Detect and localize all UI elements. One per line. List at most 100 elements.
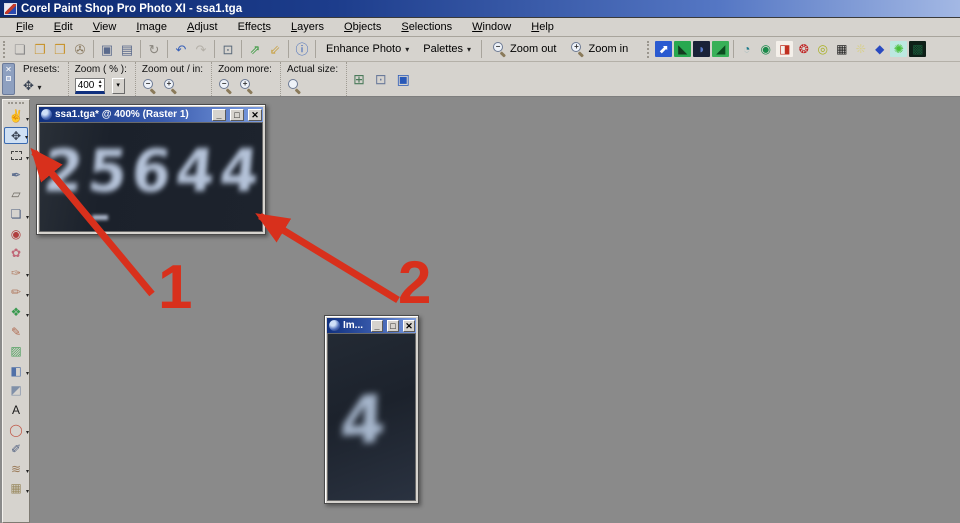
toolbar-grip[interactable]: [3, 41, 6, 58]
zoom-out-button[interactable]: −: [142, 79, 156, 93]
chevron-down-icon[interactable]: ▾: [26, 215, 29, 221]
zoom-in-button[interactable]: +: [163, 79, 177, 93]
share-upload-button[interactable]: ⇗: [245, 39, 265, 59]
effect-gem-button[interactable]: ◆: [871, 41, 888, 57]
chevron-down-icon[interactable]: ▾: [25, 135, 28, 141]
document-titlebar[interactable]: ssa1.tga* @ 400% (Raster 1) _ □ ✕: [39, 107, 263, 122]
zoom-out-more-button[interactable]: −: [218, 79, 232, 93]
palette-close-icon[interactable]: ✕: [5, 65, 12, 74]
effect-swirl-button[interactable]: ❂: [795, 41, 812, 57]
scan-button[interactable]: ✇: [70, 39, 90, 59]
mesh-warp-tool[interactable]: ▦▾: [4, 480, 28, 497]
menu-effects[interactable]: Effects: [228, 19, 281, 35]
fit-image-to-window-button[interactable]: ⊡: [375, 71, 387, 88]
pan-tool[interactable]: ✌▾: [4, 108, 28, 125]
undo-button[interactable]: ↶: [171, 39, 191, 59]
actual-size-button[interactable]: [287, 79, 301, 93]
resize-button[interactable]: ⊡: [218, 39, 238, 59]
effect-weave-button[interactable]: ▦: [833, 41, 850, 57]
selection-tool[interactable]: ▾: [4, 147, 28, 164]
chevron-down-icon[interactable]: ▾: [26, 273, 29, 279]
menu-help[interactable]: Help: [521, 19, 564, 35]
effect-contrast-button[interactable]: ◨: [776, 41, 793, 57]
info-button[interactable]: ⓘ: [292, 39, 312, 59]
save-button[interactable]: ▣: [97, 39, 117, 59]
makeover-tool[interactable]: ✿: [4, 245, 28, 262]
new-button[interactable]: ❏: [10, 39, 30, 59]
zoom-out-button[interactable]: − Zoom out: [485, 40, 563, 58]
chevron-down-icon[interactable]: ▾: [26, 156, 29, 162]
document-window-ssa1[interactable]: ssa1.tga* @ 400% (Raster 1) _ □ ✕ 25644: [36, 104, 266, 235]
browse-button[interactable]: ❒: [50, 39, 70, 59]
palettes-button[interactable]: Palettes ▾: [416, 41, 478, 57]
minimize-button[interactable]: _: [212, 109, 226, 121]
zoom-percent-input[interactable]: 400 ▴ ▾: [75, 78, 105, 94]
zoom-slider-button[interactable]: ▾: [112, 78, 125, 94]
background-eraser-tool[interactable]: ▨: [4, 343, 28, 360]
menu-edit[interactable]: Edit: [44, 19, 83, 35]
chevron-down-icon[interactable]: ▾: [26, 430, 29, 436]
zoom-in-button[interactable]: + Zoom in: [563, 40, 635, 58]
pick-tool[interactable]: ❏▾: [4, 206, 28, 223]
menu-layers[interactable]: Layers: [281, 19, 334, 35]
menu-objects[interactable]: Objects: [334, 19, 391, 35]
save-as-button[interactable]: ▤: [117, 39, 137, 59]
chevron-down-icon[interactable]: ▾: [26, 117, 29, 123]
fit-window-to-image-button[interactable]: ⊞: [353, 71, 365, 88]
minimize-button[interactable]: _: [371, 320, 383, 332]
effect-texture-button[interactable]: ▩: [909, 41, 926, 57]
close-button[interactable]: ✕: [403, 320, 415, 332]
script-stop-button[interactable]: ◢: [712, 41, 729, 57]
open-button[interactable]: ❐: [30, 39, 50, 59]
close-button[interactable]: ✕: [248, 109, 262, 121]
scratch-remover-tool[interactable]: ✏▾: [4, 284, 28, 301]
palette-grip[interactable]: ✕: [2, 63, 15, 95]
menu-view[interactable]: View: [83, 19, 127, 35]
crop-tool[interactable]: ▱: [4, 186, 28, 203]
move-tool[interactable]: ✥▾: [4, 127, 28, 144]
menu-image[interactable]: Image: [126, 19, 177, 35]
paint-brush-tool[interactable]: ✎: [4, 323, 28, 340]
effect-sparkle-button[interactable]: ✺: [890, 41, 907, 57]
full-screen-preview-button[interactable]: ▣: [397, 71, 410, 88]
object-remover-tool[interactable]: ❖▾: [4, 304, 28, 321]
red-eye-tool[interactable]: ◉: [4, 225, 28, 242]
pen-tool[interactable]: ✐: [4, 441, 28, 458]
eraser-tool[interactable]: ◩: [4, 382, 28, 399]
chevron-down-icon[interactable]: ▾: [26, 371, 29, 377]
document-titlebar[interactable]: Im... _ □ ✕: [327, 318, 416, 333]
flood-fill-tool[interactable]: ◧▾: [4, 362, 28, 379]
auto-enhance-button[interactable]: ⬈: [655, 41, 672, 57]
palette-pin-icon[interactable]: [6, 76, 11, 81]
effect-sunburst-button[interactable]: ❊: [852, 41, 869, 57]
effect-donut-button[interactable]: ◎: [814, 41, 831, 57]
chevron-down-icon[interactable]: ▾: [26, 489, 29, 495]
script-run-button[interactable]: ◣: [674, 41, 691, 57]
share-download-button[interactable]: ⇙: [265, 39, 285, 59]
menu-selections[interactable]: Selections: [391, 19, 462, 35]
dropper-tool[interactable]: ✒: [4, 166, 28, 183]
maximize-button[interactable]: □: [387, 320, 399, 332]
chevron-down-icon[interactable]: ▾: [26, 293, 29, 299]
spinner-arrows[interactable]: ▴ ▾: [99, 80, 102, 90]
redo-button[interactable]: ↷: [191, 39, 211, 59]
app-titlebar[interactable]: Corel Paint Shop Pro Photo XI - ssa1.tga: [0, 0, 960, 18]
chevron-down-icon[interactable]: ▾: [26, 469, 29, 475]
effect-globe-button[interactable]: ◉: [757, 41, 774, 57]
presets-button[interactable]: ✥ ▾: [23, 78, 42, 94]
document-canvas[interactable]: 25644: [39, 122, 263, 232]
maximize-button[interactable]: □: [230, 109, 244, 121]
print-button[interactable]: ↻: [144, 39, 164, 59]
text-tool[interactable]: A: [4, 402, 28, 419]
document-canvas[interactable]: 4: [327, 333, 416, 501]
enhance-photo-button[interactable]: Enhance Photo ▾: [319, 41, 416, 57]
chevron-down-icon[interactable]: ▾: [26, 313, 29, 319]
warp-brush-tool[interactable]: ≋▾: [4, 460, 28, 477]
clone-brush-tool[interactable]: ✑▾: [4, 264, 28, 281]
preset-shapes-tool[interactable]: ◯▾: [4, 421, 28, 438]
document-window-small[interactable]: Im... _ □ ✕ 4: [324, 315, 419, 504]
menu-file[interactable]: File: [6, 19, 44, 35]
menu-window[interactable]: Window: [462, 19, 521, 35]
tools-palette-grip[interactable]: [8, 102, 24, 104]
menu-adjust[interactable]: Adjust: [177, 19, 228, 35]
